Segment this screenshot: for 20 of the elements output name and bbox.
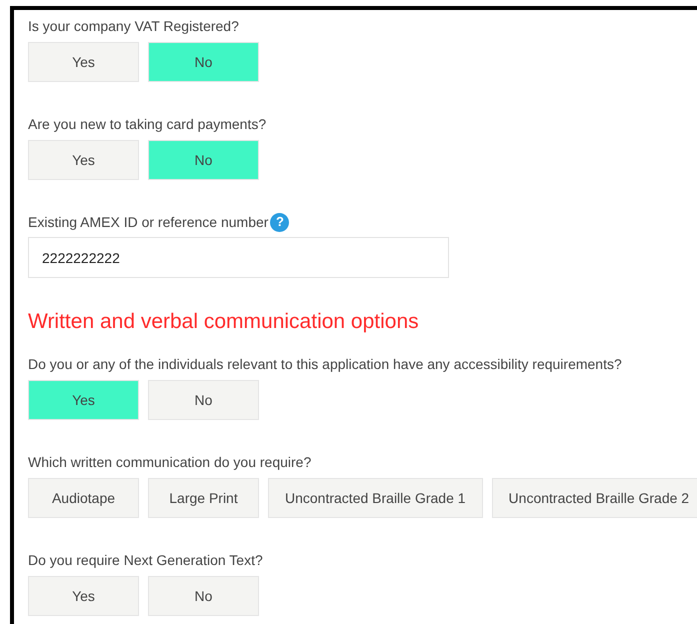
question-label: Are you new to taking card payments? — [28, 115, 268, 134]
option-button[interactable]: Yes — [28, 576, 139, 616]
question-label: Do you or any of the individuals relevant to this application have any accessibility requirements? — [28, 355, 623, 374]
option-button[interactable]: Uncontracted Braille Grade 2 — [492, 478, 697, 518]
option-button[interactable]: Uncontracted Braille Grade 1 — [268, 478, 483, 518]
option-button[interactable]: No — [148, 576, 259, 616]
option-button[interactable]: Yes — [28, 380, 139, 420]
field-label: Existing AMEX ID or reference number — [28, 213, 268, 232]
question-label: Which written communication do you require? — [28, 453, 312, 472]
option-button[interactable]: Yes — [28, 140, 139, 180]
input-field[interactable]: 2222222222 — [28, 237, 449, 278]
option-button[interactable]: Audiotape — [28, 478, 139, 518]
option-button[interactable]: No — [148, 42, 259, 82]
question-label: Do you require Next Generation Text? — [28, 551, 264, 570]
section-heading: Written and verbal communication options — [28, 309, 420, 335]
option-button[interactable]: No — [148, 380, 259, 420]
option-button[interactable]: No — [148, 140, 259, 180]
option-button[interactable]: Large Print — [148, 478, 259, 518]
question-label: Is your company VAT Registered? — [28, 17, 240, 36]
option-button[interactable]: Yes — [28, 42, 139, 82]
